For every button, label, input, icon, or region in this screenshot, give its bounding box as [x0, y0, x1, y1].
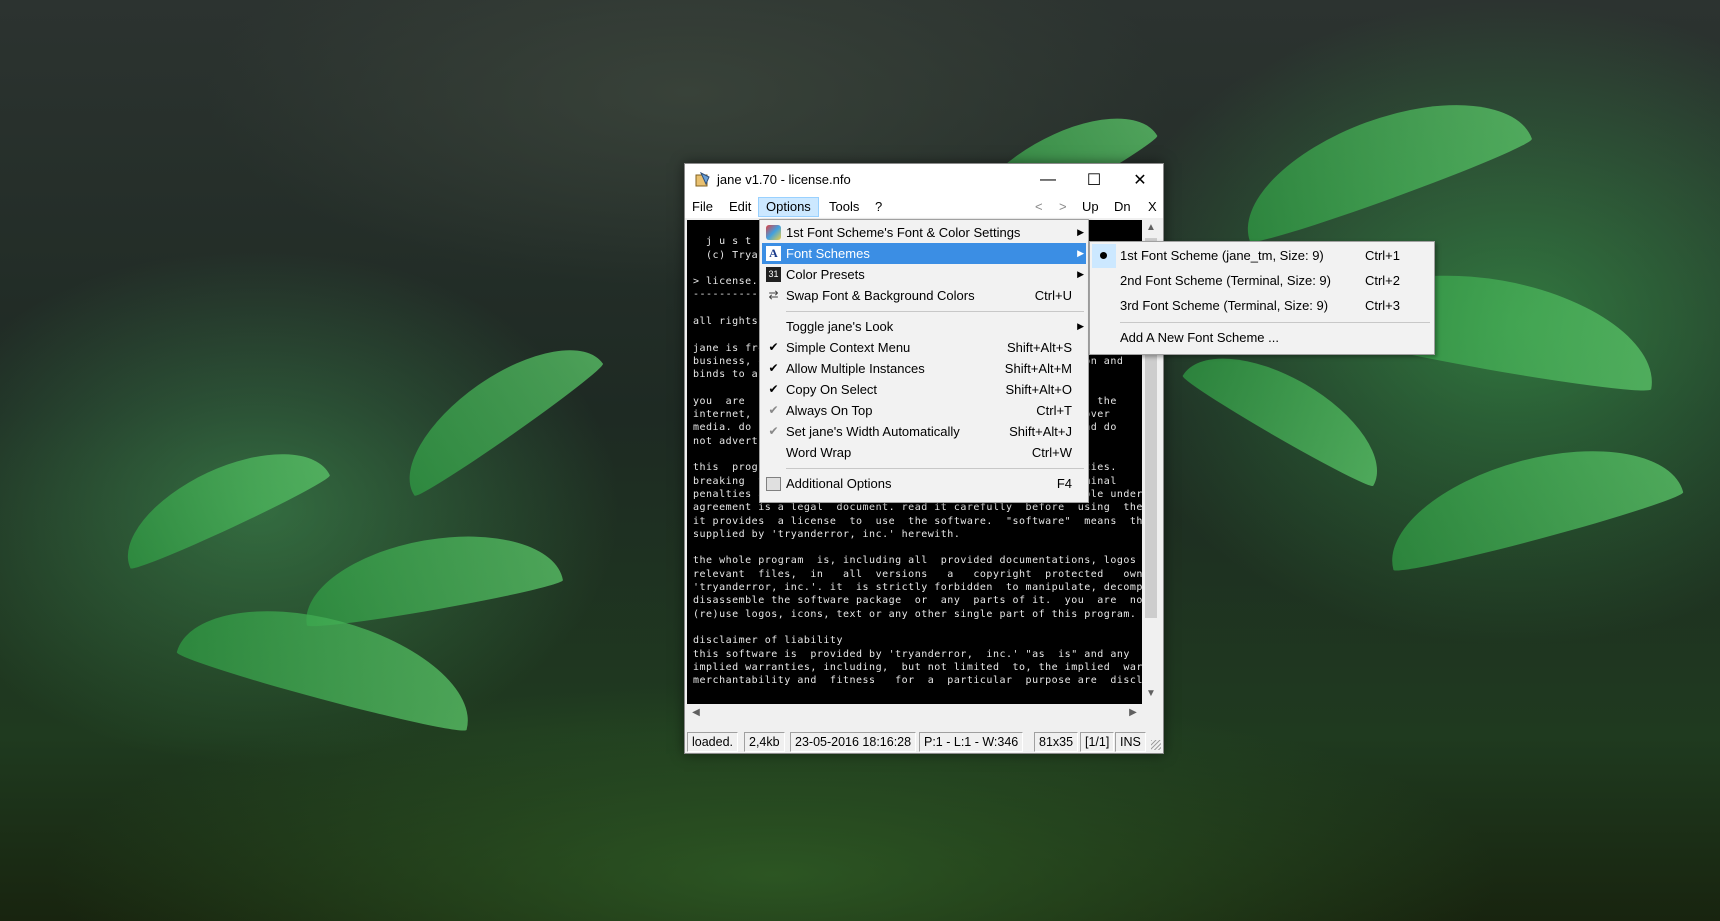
- scroll-down-icon[interactable]: ▼: [1142, 688, 1160, 699]
- nav-forward-button[interactable]: >: [1059, 198, 1067, 216]
- status-page: [1/1]: [1080, 732, 1115, 752]
- checkmark-icon: ✔: [768, 403, 779, 417]
- palette-icon: [766, 225, 781, 240]
- scroll-right-icon[interactable]: ▶: [1124, 707, 1142, 718]
- menu-item-toggle-look[interactable]: Toggle jane's Look ▶: [762, 316, 1086, 337]
- nav-dn-button[interactable]: Dn: [1114, 198, 1131, 216]
- submenu-arrow-icon: ▶: [1077, 227, 1084, 237]
- menu-item-auto-width[interactable]: ✔ Set jane's Width Automatically Shift+A…: [762, 421, 1086, 442]
- minimize-button[interactable]: —: [1025, 164, 1071, 196]
- menu-item-simple-context-menu[interactable]: ✔ Simple Context Menu Shift+Alt+S: [762, 337, 1086, 358]
- submenu-item-add-font-scheme[interactable]: Add A New Font Scheme ...: [1092, 326, 1432, 350]
- horizontal-scrollbar[interactable]: ◀ ▶: [687, 704, 1142, 722]
- status-state: loaded.: [687, 732, 739, 752]
- scroll-left-icon[interactable]: ◀: [687, 707, 705, 718]
- submenu-arrow-icon: ▶: [1077, 269, 1084, 279]
- options-menu: 1st Font Scheme's Font & Color Settings …: [759, 219, 1089, 503]
- submenu-arrow-icon: ▶: [1077, 321, 1084, 331]
- submenu-item-font-scheme-2[interactable]: 2nd Font Scheme (Terminal, Size: 9) Ctrl…: [1092, 269, 1432, 293]
- nav-back-button[interactable]: <: [1035, 198, 1043, 216]
- window-title: jane v1.70 - license.nfo: [717, 172, 851, 187]
- app-icon: [695, 172, 710, 187]
- checkmark-icon: ✔: [768, 382, 779, 396]
- checkmark-icon: ✔: [768, 424, 779, 438]
- menu-item-font-schemes[interactable]: A Font Schemes ▶: [762, 243, 1086, 264]
- swap-icon: ⇄: [768, 288, 779, 302]
- menu-item-swap-colors[interactable]: ⇄ Swap Font & Background Colors Ctrl+U: [762, 285, 1086, 306]
- status-size: 2,4kb: [744, 732, 785, 752]
- settings-window-icon: [766, 477, 781, 491]
- menu-file[interactable]: File: [685, 198, 720, 216]
- status-mode: INS: [1115, 732, 1146, 752]
- menu-options[interactable]: Options: [758, 197, 819, 217]
- close-button[interactable]: ✕: [1117, 164, 1163, 196]
- submenu-item-font-scheme-3[interactable]: 3rd Font Scheme (Terminal, Size: 9) Ctrl…: [1092, 294, 1432, 318]
- menu-edit[interactable]: Edit: [722, 198, 758, 216]
- font-schemes-submenu: 1st Font Scheme (jane_tm, Size: 9) Ctrl+…: [1089, 241, 1435, 355]
- menu-item-additional-options[interactable]: Additional Options F4: [762, 473, 1086, 494]
- checkmark-icon: ✔: [768, 361, 779, 375]
- menu-separator: [786, 311, 1084, 312]
- maximize-button[interactable]: ☐: [1071, 164, 1117, 196]
- menu-help[interactable]: ?: [868, 198, 889, 216]
- menu-item-color-presets[interactable]: 31 Color Presets ▶: [762, 264, 1086, 285]
- menu-item-word-wrap[interactable]: Word Wrap Ctrl+W: [762, 442, 1086, 463]
- menu-item-copy-on-select[interactable]: ✔ Copy On Select Shift+Alt+O: [762, 379, 1086, 400]
- status-dims: 81x35: [1034, 732, 1079, 752]
- submenu-item-font-scheme-1[interactable]: 1st Font Scheme (jane_tm, Size: 9) Ctrl+…: [1092, 244, 1432, 268]
- menu-separator: [1120, 322, 1430, 323]
- font-icon: A: [766, 246, 781, 261]
- menu-separator: [786, 468, 1084, 469]
- menu-item-always-on-top[interactable]: ✔ Always On Top Ctrl+T: [762, 400, 1086, 421]
- color-presets-icon: 31: [766, 267, 781, 282]
- status-bar: loaded. 2,4kb 23-05-2016 18:16:28 P:1 - …: [685, 730, 1163, 752]
- menu-item-allow-multiple-instances[interactable]: ✔ Allow Multiple Instances Shift+Alt+M: [762, 358, 1086, 379]
- title-bar[interactable]: jane v1.70 - license.nfo — ☐ ✕: [685, 164, 1163, 196]
- menu-item-font-color-settings[interactable]: 1st Font Scheme's Font & Color Settings …: [762, 222, 1086, 243]
- submenu-arrow-icon: ▶: [1077, 248, 1084, 258]
- menu-bar: File Edit Options Tools ? < > Up Dn X: [685, 196, 1163, 218]
- resize-grip[interactable]: [1151, 740, 1161, 750]
- nav-close-file-button[interactable]: X: [1148, 198, 1157, 216]
- menu-tools[interactable]: Tools: [822, 198, 866, 216]
- scroll-up-icon[interactable]: ▲: [1142, 222, 1160, 233]
- checkmark-icon: ✔: [768, 340, 779, 354]
- status-position: P:1 - L:1 - W:346: [919, 732, 1024, 752]
- nav-up-button[interactable]: Up: [1082, 198, 1099, 216]
- status-date: 23-05-2016 18:16:28: [790, 732, 917, 752]
- radio-selected-icon: [1092, 244, 1116, 268]
